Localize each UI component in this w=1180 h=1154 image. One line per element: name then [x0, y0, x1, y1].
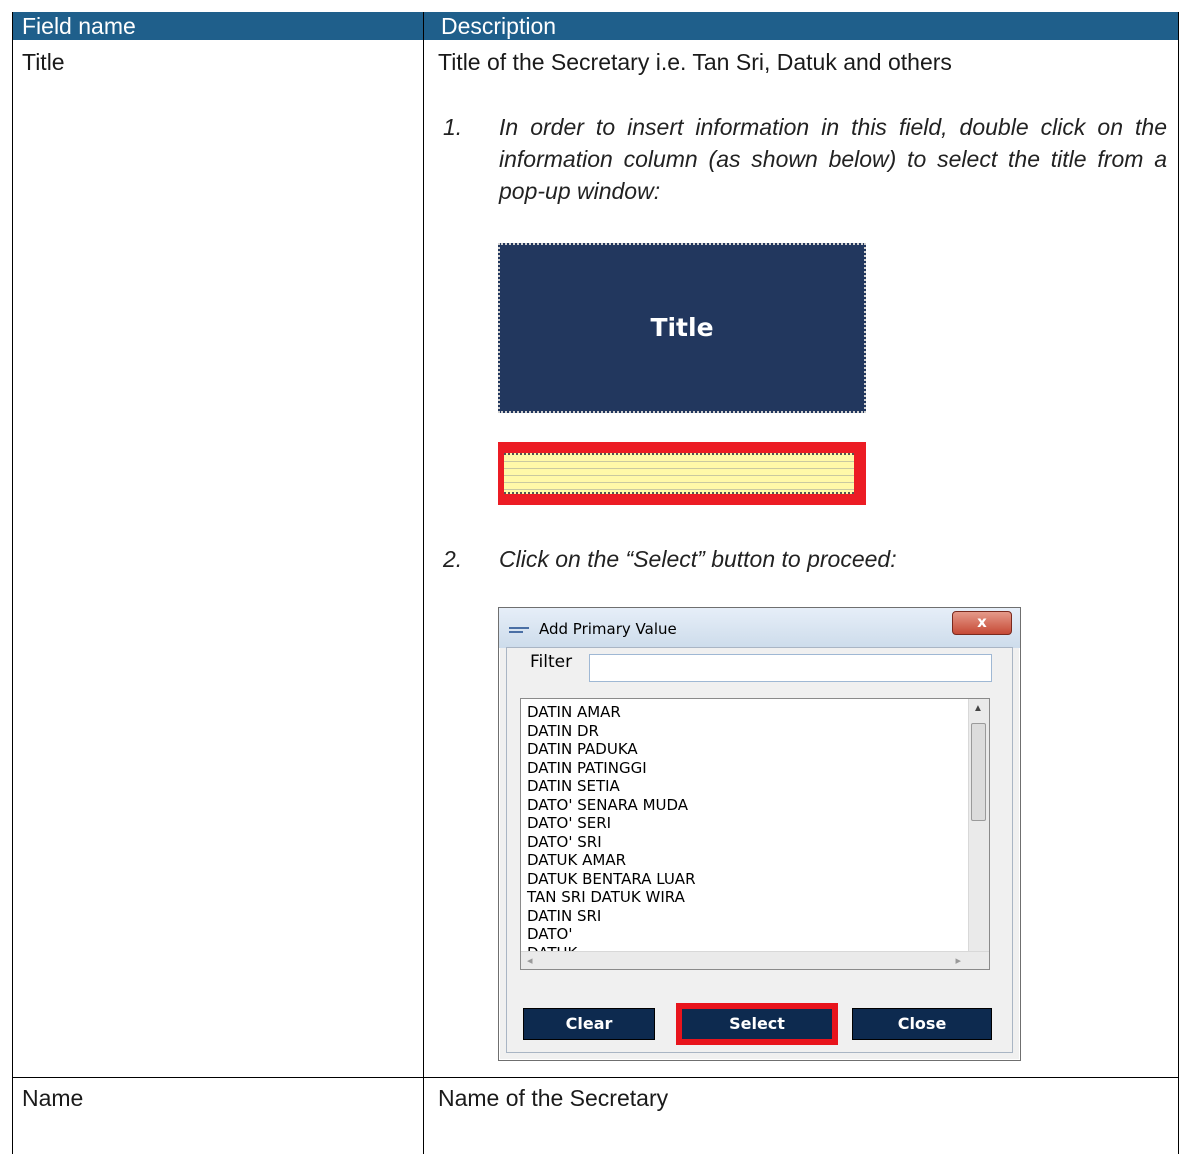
table-header: Field name Description: [13, 12, 1178, 40]
header-field-name: Field name: [22, 13, 136, 39]
row-name-field: Name: [22, 1085, 84, 1111]
title-options-list[interactable]: DATIN AMAR DATIN DR DATIN PADUKA DATIN P…: [520, 698, 990, 970]
list-item[interactable]: DATO' SERI: [527, 814, 696, 833]
column-divider: [423, 12, 424, 1154]
title-column-header-label: Title: [650, 313, 714, 342]
list-item[interactable]: DATIN SRI: [527, 907, 696, 926]
dialog-title-bar[interactable]: Add Primary Value x: [499, 608, 1020, 648]
row-title-description: Title of the Secretary i.e. Tan Sri, Dat…: [438, 49, 952, 75]
list-item[interactable]: DATUK AMAR: [527, 851, 696, 870]
step-2: 2. Click on the “Select” button to proce…: [443, 543, 1168, 577]
list-item[interactable]: DATIN PATINGGI: [527, 759, 696, 778]
row-divider: [13, 1077, 1178, 1078]
list-item[interactable]: DATIN DR: [527, 722, 696, 741]
title-input-highlight: [498, 442, 866, 505]
vertical-scrollbar[interactable]: ▲ ▼: [968, 699, 989, 967]
title-column-header-image: Title: [498, 243, 866, 413]
list-items: DATIN AMAR DATIN DR DATIN PADUKA DATIN P…: [527, 703, 696, 969]
scroll-right-icon[interactable]: ▸: [955, 954, 961, 967]
header-description: Description: [441, 13, 557, 39]
list-item[interactable]: DATO': [527, 925, 696, 944]
list-item[interactable]: DATUK BENTARA LUAR: [527, 870, 696, 889]
filter-label: Filter: [530, 652, 573, 672]
step-1: 1. In order to insert information in thi…: [443, 111, 1168, 211]
app-icon: [509, 627, 529, 633]
close-button[interactable]: Close: [852, 1008, 992, 1040]
row-title-field: Title: [22, 49, 65, 75]
row-name-description: Name of the Secretary: [438, 1085, 669, 1111]
step-2-text: Click on the “Select” button to proceed:: [499, 546, 897, 572]
list-item[interactable]: DATO' SENARA MUDA: [527, 796, 696, 815]
scroll-up-icon[interactable]: ▲: [973, 703, 983, 714]
step-1-text: In order to insert information in this f…: [499, 114, 1167, 204]
title-input-cell[interactable]: [504, 453, 854, 494]
scroll-left-icon[interactable]: ◂: [527, 954, 533, 967]
clear-button[interactable]: Clear: [523, 1008, 655, 1040]
close-icon: x: [977, 613, 987, 631]
step-1-number: 1.: [443, 114, 463, 140]
list-item[interactable]: DATIN AMAR: [527, 703, 696, 722]
list-item[interactable]: DATIN SETIA: [527, 777, 696, 796]
list-item[interactable]: TAN SRI DATUK WIRA: [527, 888, 696, 907]
select-button[interactable]: Select: [676, 1003, 838, 1045]
list-item[interactable]: DATIN PADUKA: [527, 740, 696, 759]
scroll-thumb[interactable]: [971, 723, 986, 821]
step-2-number: 2.: [443, 546, 463, 572]
dialog-title: Add Primary Value: [539, 620, 677, 638]
dialog-close-button[interactable]: x: [952, 611, 1012, 635]
horizontal-scrollbar[interactable]: ◂ ▸: [521, 951, 989, 969]
list-item[interactable]: DATO' SRI: [527, 833, 696, 852]
filter-input[interactable]: [589, 654, 992, 682]
